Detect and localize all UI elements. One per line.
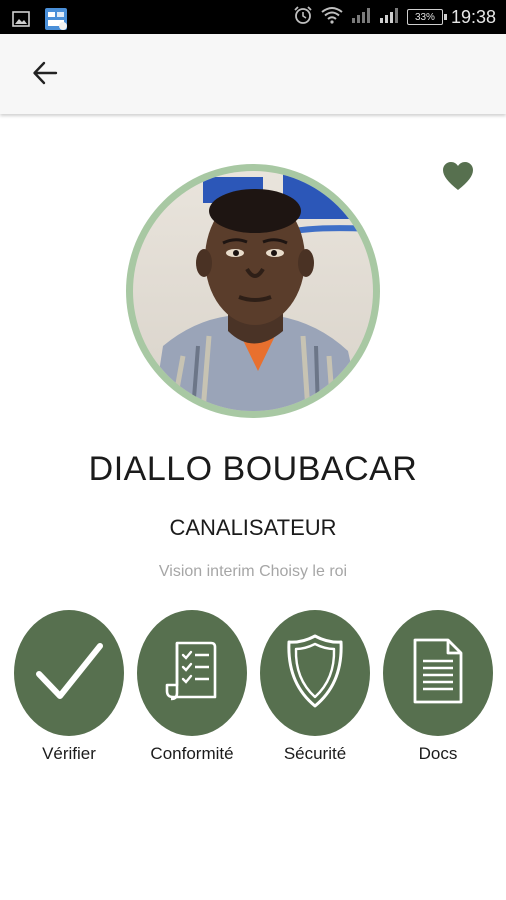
verify-circle — [14, 610, 124, 736]
status-bar-left-icons — [12, 7, 68, 36]
screen: { "status_bar": { "time": "19:38", "batt… — [0, 0, 506, 900]
verify-button[interactable]: Vérifier — [13, 610, 125, 764]
gallery-icon — [12, 10, 30, 33]
checkmark-icon — [34, 636, 104, 711]
battery-level: 33% — [414, 11, 435, 23]
compliance-label: Conformité — [150, 744, 234, 763]
battery-icon: 33% — [406, 9, 447, 25]
heart-icon — [442, 161, 474, 196]
signal-icon — [351, 7, 371, 28]
avatar-ring — [126, 164, 380, 418]
docs-label: Docs — [418, 744, 458, 763]
document-icon — [412, 637, 464, 710]
agency-name: Vision interim Choisy le roi — [158, 563, 348, 580]
security-circle — [260, 610, 370, 736]
wifi-icon — [321, 6, 343, 29]
status-bar-right-icons: 33% 19:38 — [293, 0, 496, 34]
alarm-icon — [293, 5, 313, 30]
action-buttons: Vérifier Conformité Sécurité Docs — [0, 610, 506, 770]
job-title: CANALISATEUR — [169, 515, 337, 540]
shield-icon — [286, 633, 344, 714]
docs-button[interactable]: Docs — [382, 610, 494, 764]
signal-icon — [379, 7, 399, 28]
app-bar — [0, 34, 506, 114]
favorite-button[interactable] — [440, 160, 476, 196]
arrow-left-icon — [32, 60, 58, 91]
status-time: 19:38 — [450, 6, 496, 27]
app-notification-icon — [44, 7, 68, 36]
verify-label: Vérifier — [42, 744, 96, 763]
compliance-circle — [137, 610, 247, 736]
employee-name: DIALLO BOUBACAR — [88, 450, 418, 488]
back-button[interactable] — [24, 54, 66, 96]
compliance-button[interactable]: Conformité — [136, 610, 248, 764]
checklist-icon — [163, 637, 221, 710]
docs-circle — [383, 610, 493, 736]
security-button[interactable]: Sécurité — [259, 610, 371, 764]
avatar[interactable] — [133, 171, 373, 411]
security-label: Sécurité — [283, 744, 347, 763]
status-bar: 33% 19:38 — [0, 0, 506, 34]
